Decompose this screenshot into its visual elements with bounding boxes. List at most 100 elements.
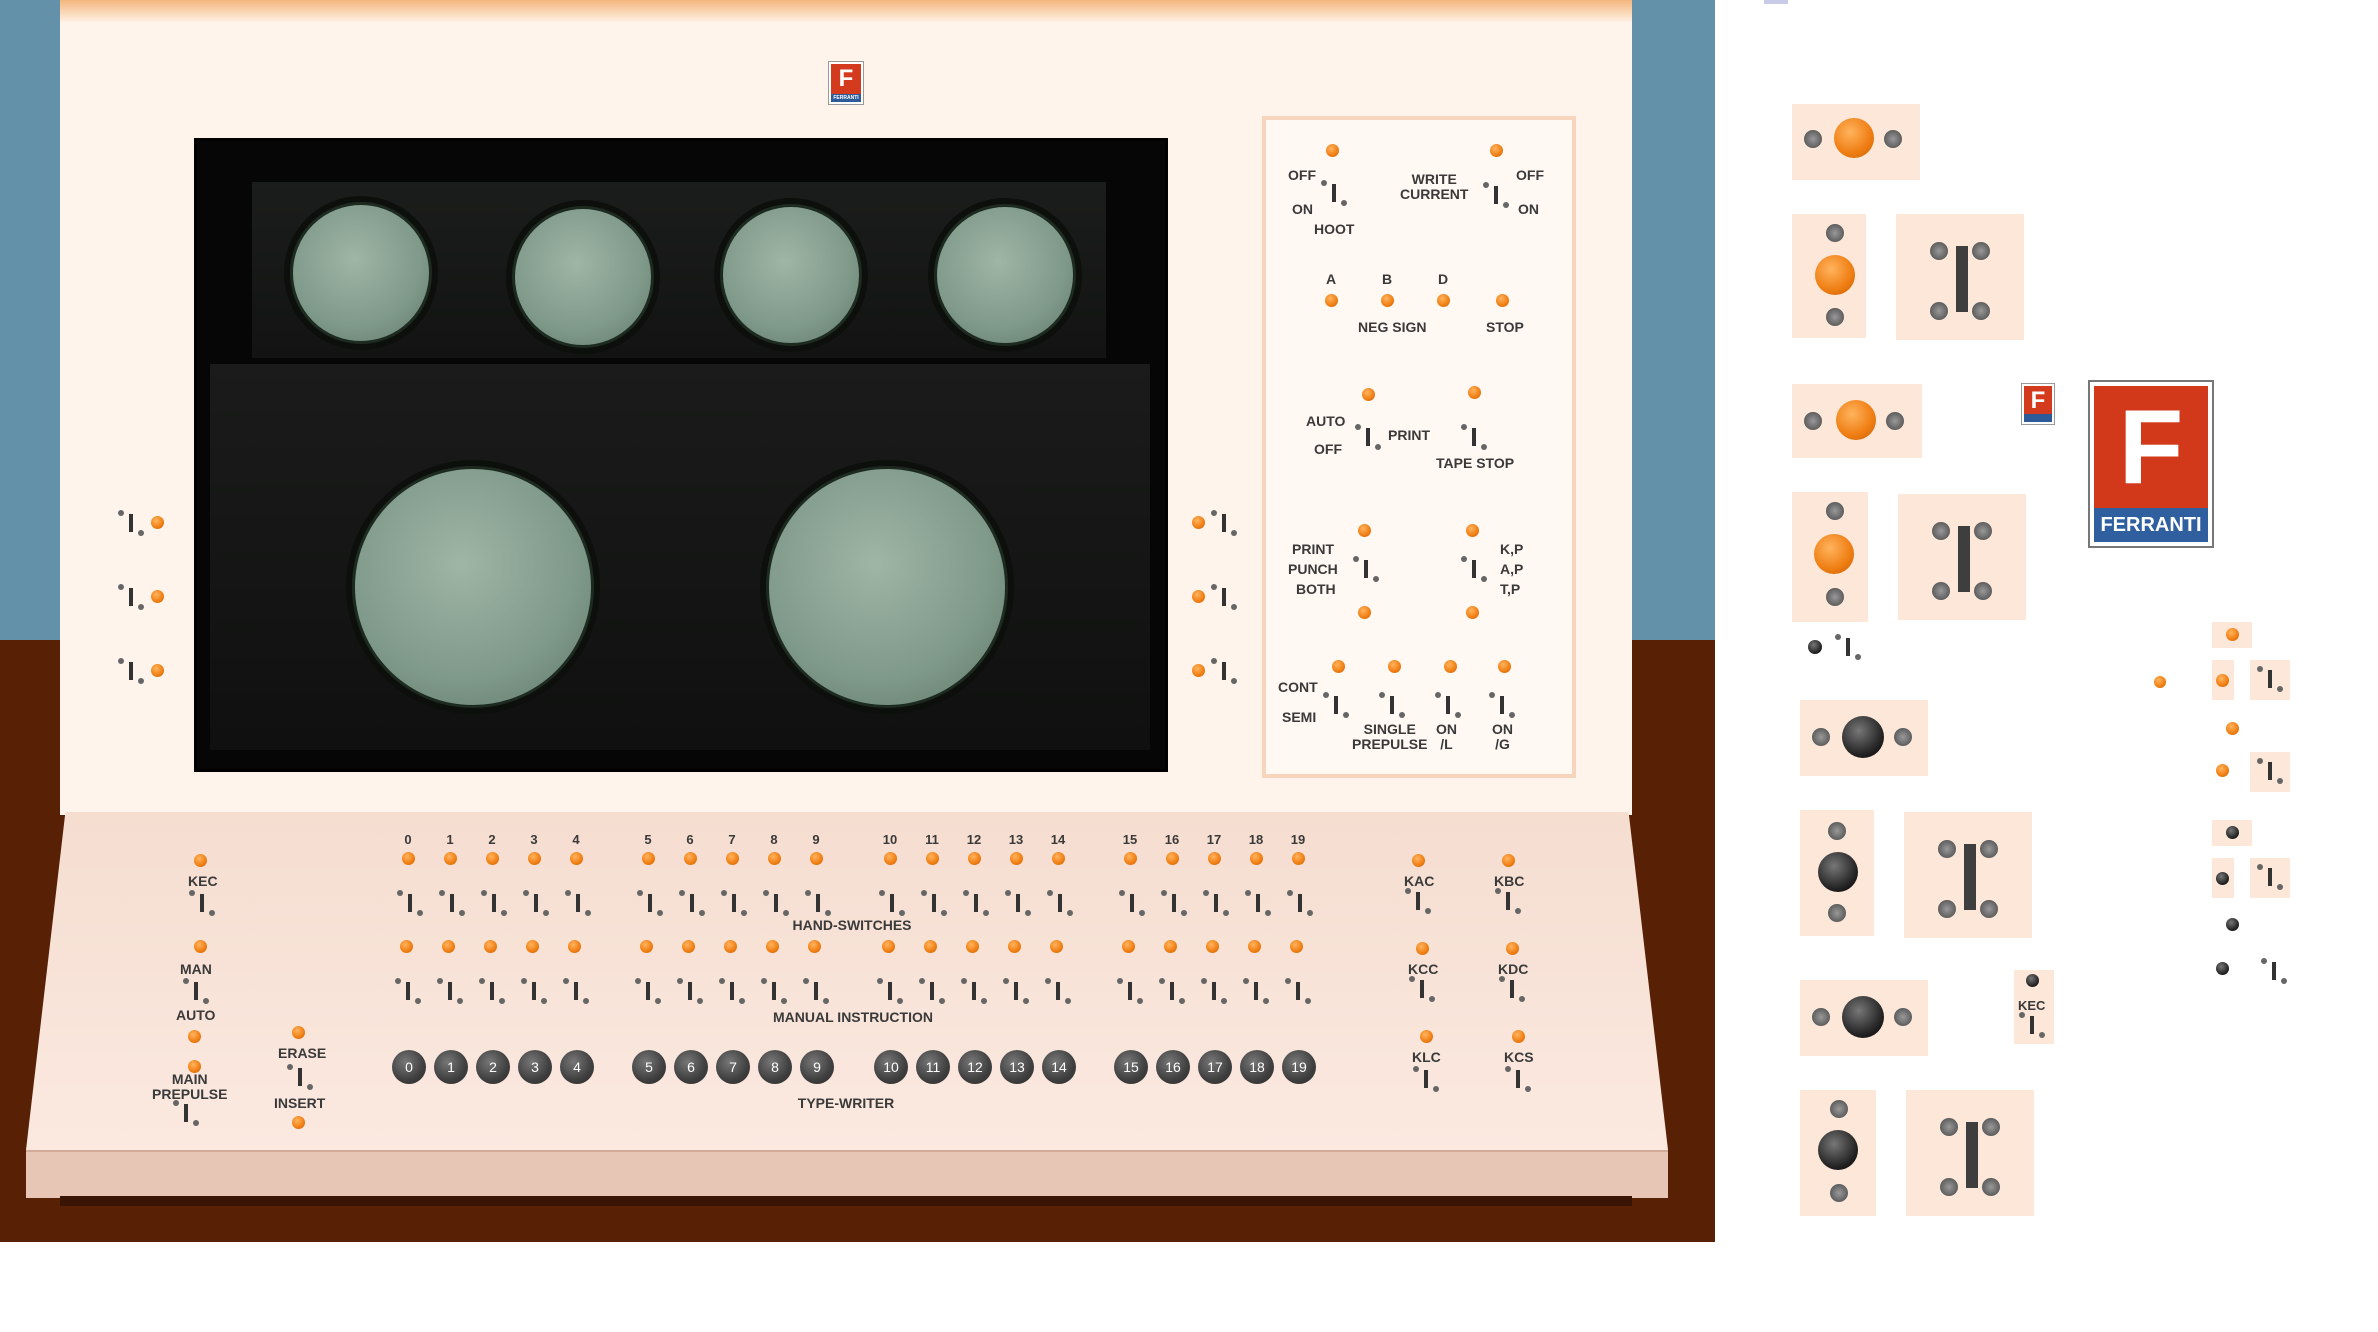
manual-instruction-switch[interactable]	[761, 978, 787, 1004]
manual-instruction-switch[interactable]	[395, 978, 421, 1004]
kec-switch[interactable]	[189, 890, 215, 916]
manual-instruction-lamp	[808, 940, 821, 953]
manual-instruction-switch[interactable]	[1285, 978, 1311, 1004]
hand-switch[interactable]	[1161, 890, 1187, 916]
switch-screw	[583, 998, 589, 1004]
hand-switch[interactable]	[1203, 890, 1229, 916]
sprite-screw-left-4	[1812, 1008, 1830, 1026]
switch-screw	[1117, 978, 1123, 984]
kac-switch[interactable]	[1405, 888, 1431, 914]
switch-screw	[415, 998, 421, 1004]
hand-switch[interactable]	[637, 890, 663, 916]
hand-switch[interactable]	[439, 890, 465, 916]
cont-semi-switch[interactable]	[1323, 692, 1349, 718]
type-writer-key[interactable]: 17	[1198, 1050, 1232, 1084]
on-g-switch[interactable]	[1489, 692, 1515, 718]
type-writer-key[interactable]: 5	[632, 1050, 666, 1084]
manual-instruction-switch[interactable]	[877, 978, 903, 1004]
type-writer-key[interactable]: 0	[392, 1050, 426, 1084]
type-writer-key[interactable]: 3	[518, 1050, 552, 1084]
write-current-switch[interactable]	[1483, 182, 1509, 208]
hand-switch[interactable]	[565, 890, 591, 916]
side-switch-left-2[interactable]	[118, 584, 144, 610]
kcc-switch[interactable]	[1409, 976, 1435, 1002]
type-writer-key[interactable]: 13	[1000, 1050, 1034, 1084]
hand-switch[interactable]	[763, 890, 789, 916]
switch-screw	[481, 890, 487, 896]
hand-switch[interactable]	[1005, 890, 1031, 916]
manual-instruction-switch[interactable]	[479, 978, 505, 1004]
hoot-label: HOOT	[1314, 221, 1355, 237]
manual-instruction-switch[interactable]	[677, 978, 703, 1004]
manual-instruction-switch[interactable]	[1159, 978, 1185, 1004]
type-writer-key[interactable]: 7	[716, 1050, 750, 1084]
manual-instruction-switch[interactable]	[803, 978, 829, 1004]
side-switch-left-3[interactable]	[118, 658, 144, 684]
type-writer-key[interactable]: 18	[1240, 1050, 1274, 1084]
hand-switch[interactable]	[481, 890, 507, 916]
side-switch-right-2[interactable]	[1211, 584, 1237, 610]
switch-screw	[739, 998, 745, 1004]
side-switch-right-3[interactable]	[1211, 658, 1237, 684]
manual-instruction-switch[interactable]	[1003, 978, 1029, 1004]
side-switch-left-1[interactable]	[118, 510, 144, 536]
manual-instruction-switch[interactable]	[635, 978, 661, 1004]
type-writer-key[interactable]: 1	[434, 1050, 468, 1084]
main-prepulse-switch[interactable]	[173, 1100, 199, 1126]
erase-insert-switch[interactable]	[287, 1064, 313, 1090]
hand-switch[interactable]	[721, 890, 747, 916]
sprite-logo-letter-small: F	[2030, 387, 2046, 414]
hoot-switch[interactable]	[1321, 180, 1347, 206]
digit-label: 5	[644, 832, 652, 847]
kbc-switch[interactable]	[1495, 888, 1521, 914]
hand-switch[interactable]	[1047, 890, 1073, 916]
type-writer-key[interactable]: 16	[1156, 1050, 1190, 1084]
manual-instruction-switch[interactable]	[1117, 978, 1143, 1004]
hand-switch[interactable]	[1287, 890, 1313, 916]
type-writer-key[interactable]: 14	[1042, 1050, 1076, 1084]
hand-switch[interactable]	[1119, 890, 1145, 916]
type-writer-key[interactable]: 6	[674, 1050, 708, 1084]
manual-instruction-switch[interactable]	[563, 978, 589, 1004]
hand-switch[interactable]	[879, 890, 905, 916]
man-label: MAN	[180, 961, 212, 977]
manual-instruction-switch[interactable]	[437, 978, 463, 1004]
klc-switch[interactable]	[1413, 1066, 1439, 1092]
tape-stop-switch[interactable]	[1461, 424, 1487, 450]
type-writer-key[interactable]: 2	[476, 1050, 510, 1084]
hand-switch[interactable]	[805, 890, 831, 916]
kdc-switch[interactable]	[1499, 976, 1525, 1002]
output-switch[interactable]	[1353, 556, 1379, 582]
single-prepulse-switch[interactable]	[1379, 692, 1405, 718]
print-switch[interactable]	[1355, 424, 1381, 450]
manual-instruction-switch[interactable]	[521, 978, 547, 1004]
type-writer-key[interactable]: 10	[874, 1050, 908, 1084]
on-l-switch[interactable]	[1435, 692, 1461, 718]
kp-switch[interactable]	[1461, 556, 1487, 582]
manual-instruction-switch[interactable]	[961, 978, 987, 1004]
type-writer-key[interactable]: 12	[958, 1050, 992, 1084]
kcs-switch[interactable]	[1505, 1066, 1531, 1092]
manual-instruction-switch[interactable]	[1243, 978, 1269, 1004]
print-off-label: OFF	[1314, 441, 1342, 457]
hand-switch[interactable]	[963, 890, 989, 916]
sprite-screw-f	[1974, 522, 1992, 540]
manual-instruction-switch[interactable]	[919, 978, 945, 1004]
man-auto-switch[interactable]	[183, 978, 209, 1004]
hand-switch[interactable]	[397, 890, 423, 916]
side-switch-right-1[interactable]	[1211, 510, 1237, 536]
insert-label: INSERT	[274, 1095, 326, 1111]
hand-switch[interactable]	[679, 890, 705, 916]
manual-instruction-switch[interactable]	[719, 978, 745, 1004]
type-writer-key[interactable]: 11	[916, 1050, 950, 1084]
type-writer-key[interactable]: 19	[1282, 1050, 1316, 1084]
type-writer-key[interactable]: 8	[758, 1050, 792, 1084]
hand-switch[interactable]	[523, 890, 549, 916]
type-writer-key[interactable]: 9	[800, 1050, 834, 1084]
manual-instruction-switch[interactable]	[1201, 978, 1227, 1004]
manual-instruction-switch[interactable]	[1045, 978, 1071, 1004]
type-writer-key[interactable]: 15	[1114, 1050, 1148, 1084]
type-writer-key[interactable]: 4	[560, 1050, 594, 1084]
hand-switch[interactable]	[1245, 890, 1271, 916]
hand-switch[interactable]	[921, 890, 947, 916]
